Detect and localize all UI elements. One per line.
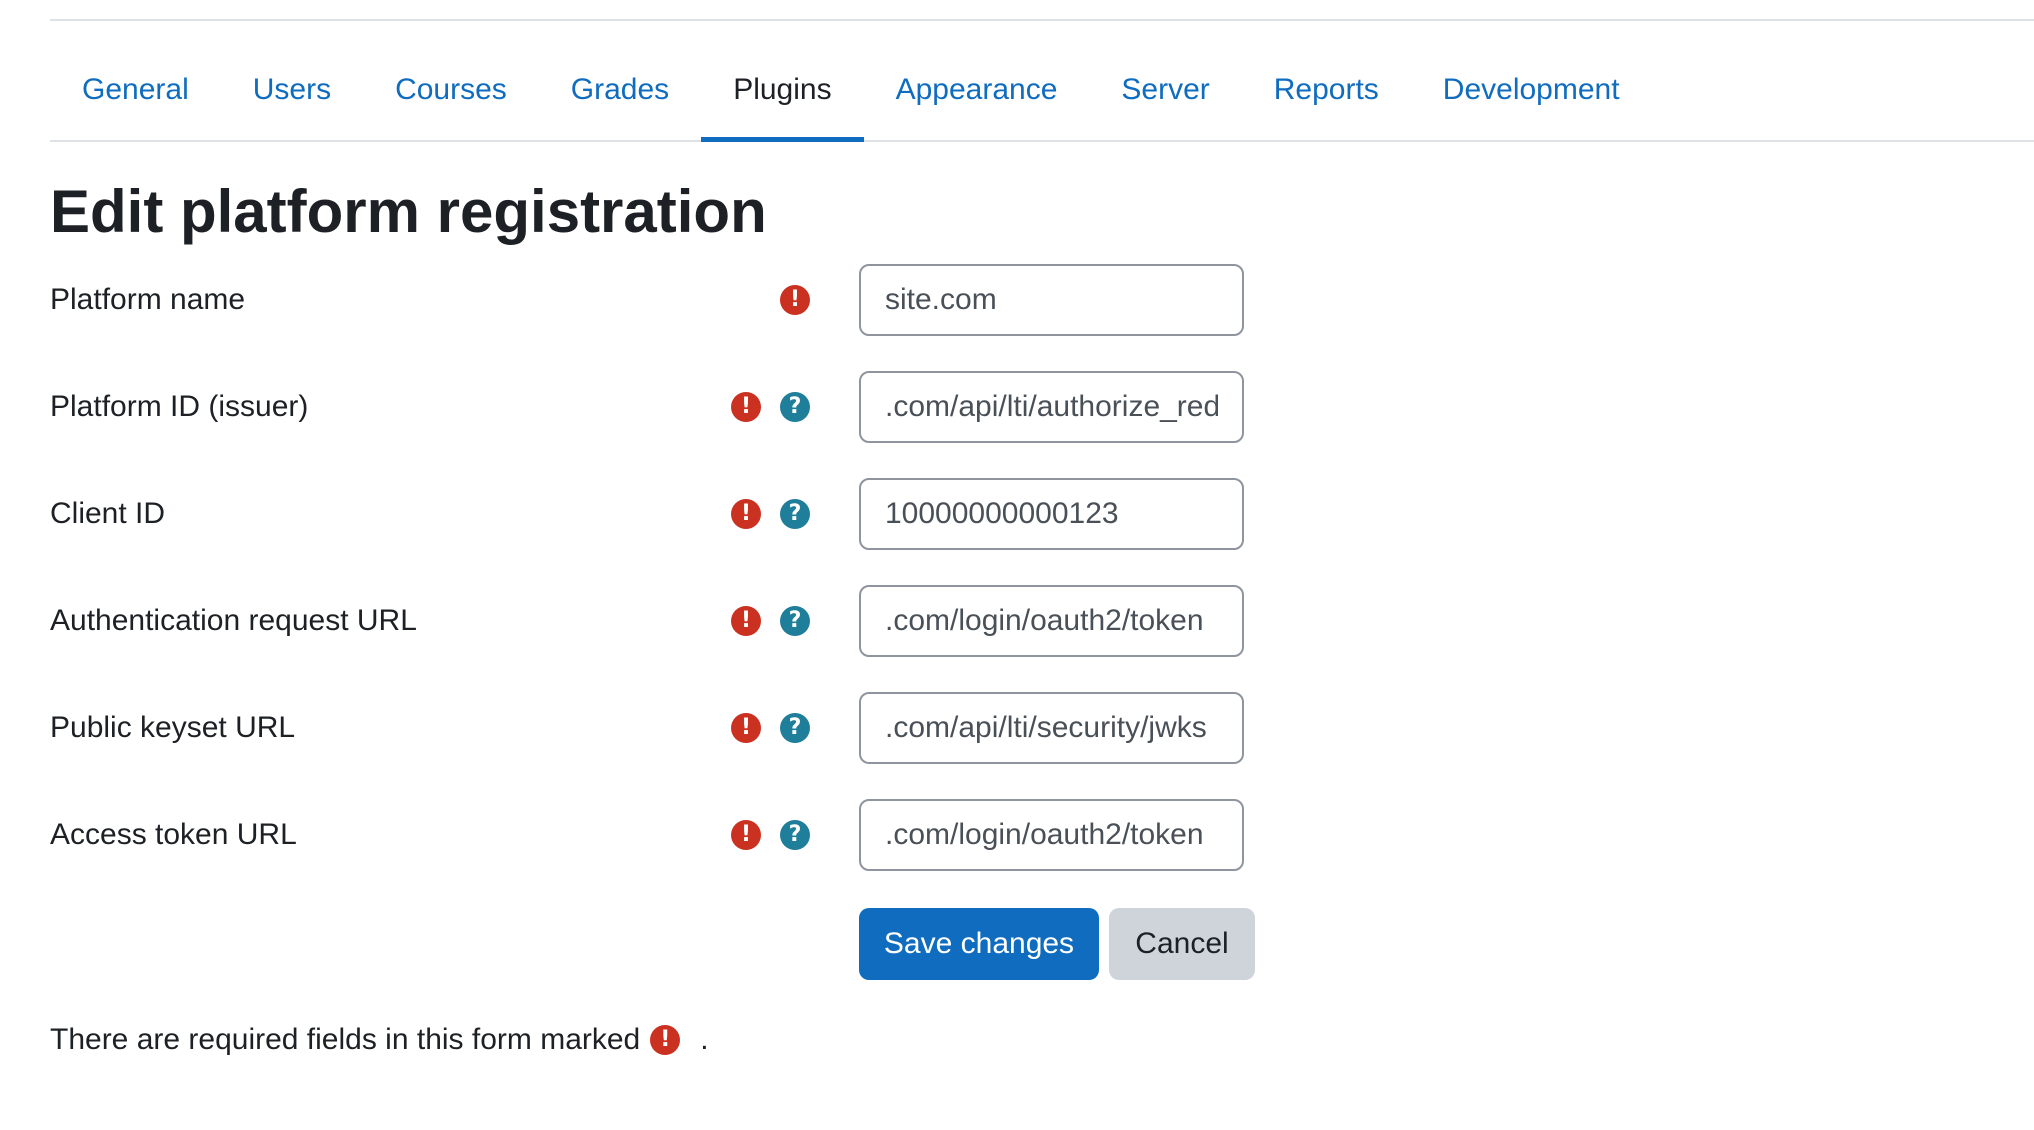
admin-tabs: General Users Courses Grades Plugins App… bbox=[50, 40, 2034, 142]
form-row-public-keyset-url: Public keyset URL ! ? bbox=[50, 692, 1250, 764]
help-question-icon[interactable]: ? bbox=[780, 392, 810, 422]
required-note-period: . bbox=[700, 1023, 709, 1056]
form-row-platform-name: Platform name ! bbox=[50, 264, 1250, 336]
save-changes-button[interactable]: Save changes bbox=[859, 908, 1099, 980]
access-token-url-label: Access token URL bbox=[50, 818, 297, 851]
tab-plugins[interactable]: Plugins bbox=[701, 40, 865, 142]
help-question-icon[interactable]: ? bbox=[780, 820, 810, 850]
page-title: Edit platform registration bbox=[50, 178, 767, 245]
required-exclamation-icon: ! bbox=[731, 606, 761, 636]
required-note-text: There are required fields in this form m… bbox=[50, 1023, 641, 1056]
tab-users[interactable]: Users bbox=[221, 40, 363, 140]
required-exclamation-icon: ! bbox=[731, 499, 761, 529]
form-row-platform-id: Platform ID (issuer) ! ? bbox=[50, 371, 1250, 443]
access-token-url-input[interactable] bbox=[859, 799, 1244, 871]
auth-request-url-input[interactable] bbox=[859, 585, 1244, 657]
required-exclamation-icon: ! bbox=[780, 285, 810, 315]
tab-courses[interactable]: Courses bbox=[363, 40, 539, 140]
client-id-input[interactable] bbox=[859, 478, 1244, 550]
form-row-client-id: Client ID ! ? bbox=[50, 478, 1250, 550]
form-row-auth-request-url: Authentication request URL ! ? bbox=[50, 585, 1250, 657]
platform-id-input[interactable] bbox=[859, 371, 1244, 443]
public-keyset-url-label: Public keyset URL bbox=[50, 711, 296, 744]
platform-id-label: Platform ID (issuer) bbox=[50, 390, 309, 423]
platform-name-input[interactable] bbox=[859, 264, 1244, 336]
platform-name-label: Platform name bbox=[50, 283, 246, 316]
tab-server[interactable]: Server bbox=[1089, 40, 1241, 140]
required-exclamation-icon: ! bbox=[731, 820, 761, 850]
help-question-icon[interactable]: ? bbox=[780, 606, 810, 636]
client-id-label: Client ID bbox=[50, 497, 166, 530]
auth-request-url-label: Authentication request URL bbox=[50, 604, 417, 637]
tab-development[interactable]: Development bbox=[1411, 40, 1652, 140]
top-divider bbox=[50, 19, 2034, 21]
required-exclamation-icon: ! bbox=[650, 1025, 681, 1055]
help-question-icon[interactable]: ? bbox=[780, 713, 810, 743]
required-fields-note: There are required fields in this form m… bbox=[50, 1014, 709, 1066]
tab-grades[interactable]: Grades bbox=[539, 40, 701, 140]
tab-reports[interactable]: Reports bbox=[1242, 40, 1411, 140]
tab-appearance[interactable]: Appearance bbox=[864, 40, 1090, 140]
required-exclamation-icon: ! bbox=[731, 713, 761, 743]
form-row-access-token-url: Access token URL ! ? bbox=[50, 799, 1250, 871]
tab-general[interactable]: General bbox=[50, 40, 221, 140]
public-keyset-url-input[interactable] bbox=[859, 692, 1244, 764]
cancel-button[interactable]: Cancel bbox=[1109, 908, 1255, 980]
required-exclamation-icon: ! bbox=[731, 392, 761, 422]
help-question-icon[interactable]: ? bbox=[780, 499, 810, 529]
